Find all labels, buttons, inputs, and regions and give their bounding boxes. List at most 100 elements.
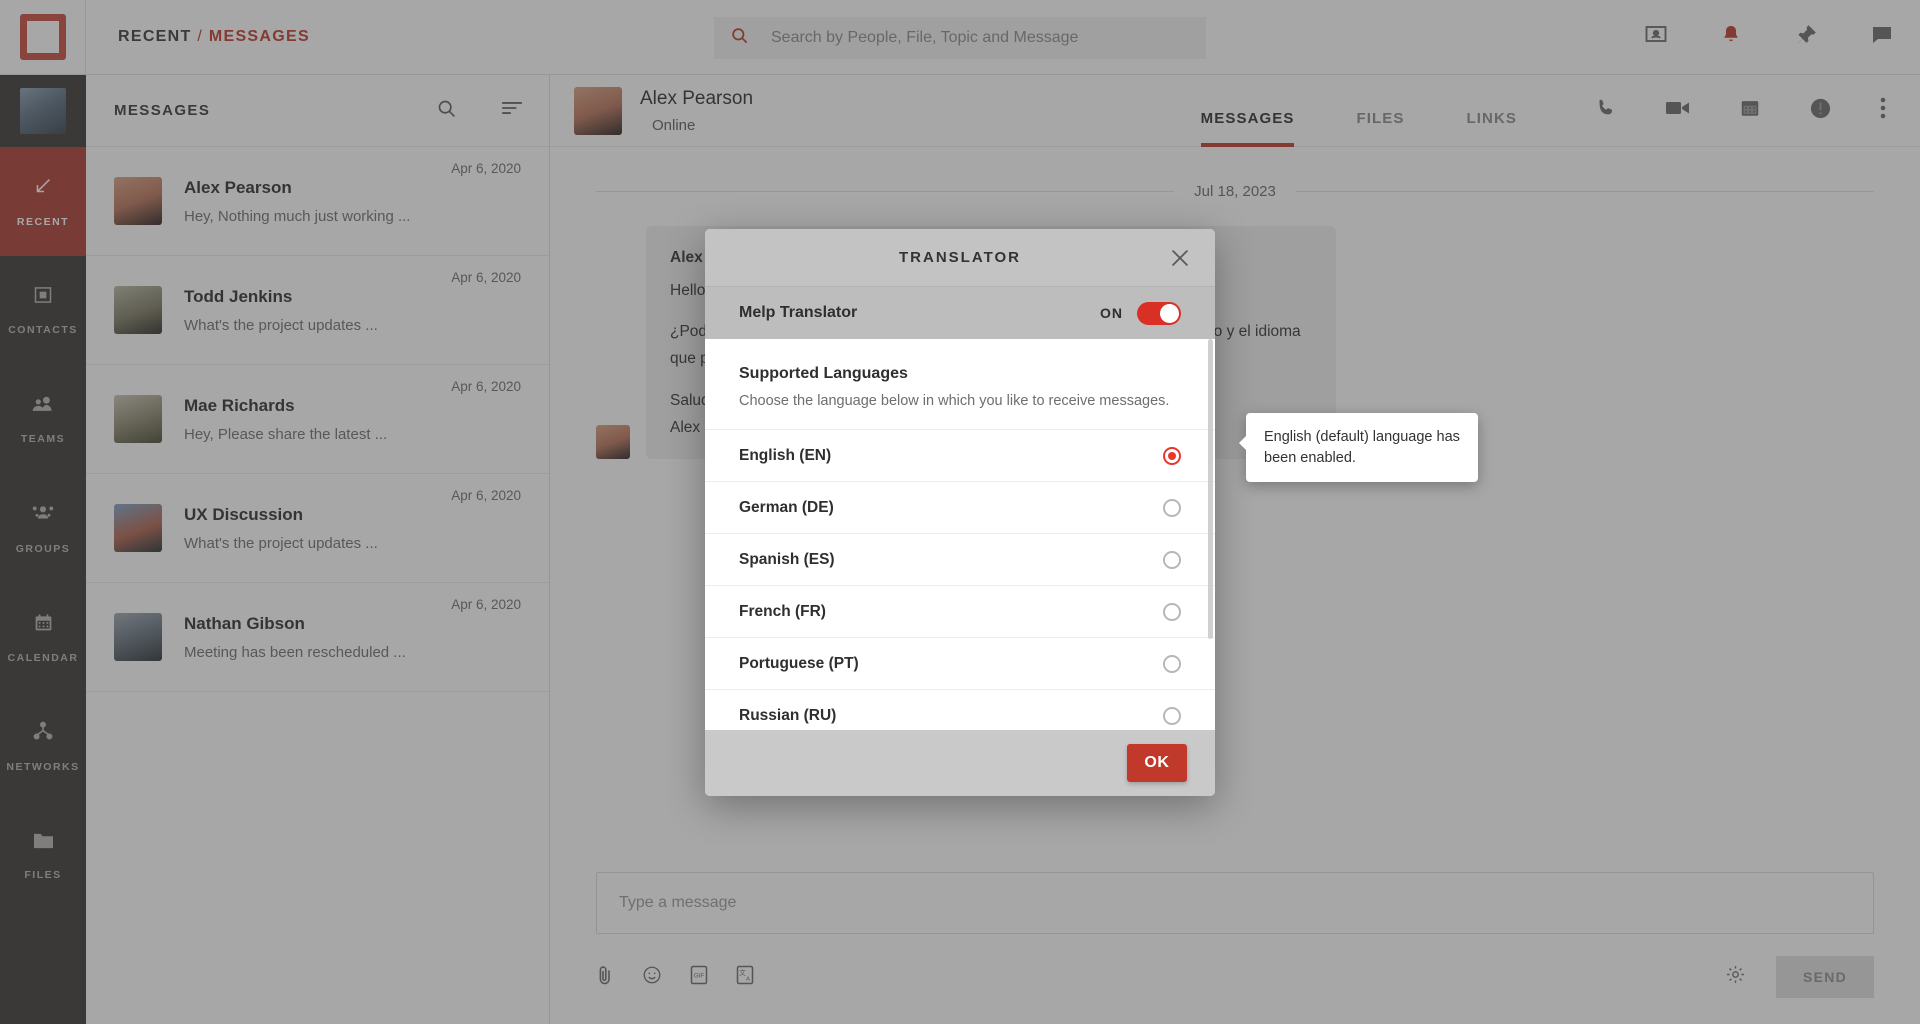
- list-item[interactable]: UX Discussion What's the project updates…: [86, 474, 549, 583]
- translator-modal: TRANSLATOR Melp Translator ON Supported …: [705, 229, 1215, 796]
- sidebar-item-label: CALENDAR: [7, 651, 79, 664]
- search-icon: [730, 26, 749, 50]
- language-option-french[interactable]: French (FR): [705, 585, 1215, 637]
- more-vertical-icon[interactable]: [1880, 97, 1886, 124]
- modal-scrollbar[interactable]: [1208, 339, 1213, 639]
- close-icon[interactable]: [1169, 247, 1191, 269]
- radio-button[interactable]: [1163, 654, 1181, 673]
- composer-toolbar: GIF 文 A SEND: [596, 956, 1874, 998]
- app-logo[interactable]: [0, 0, 86, 75]
- message-composer: GIF 文 A: [550, 872, 1920, 1024]
- translate-icon[interactable]: 文 A: [736, 965, 754, 990]
- avatar: [574, 86, 622, 135]
- top-bar-actions: [1644, 0, 1894, 75]
- list-item[interactable]: Alex Pearson Hey, Nothing much just work…: [86, 147, 549, 256]
- info-icon[interactable]: [1809, 97, 1832, 125]
- sidebar-item-teams[interactable]: TEAMS: [0, 365, 86, 474]
- chat-tabs: MESSAGES FILES LINKS: [1200, 75, 1518, 147]
- language-option-german[interactable]: German (DE): [705, 481, 1215, 533]
- svg-text:文: 文: [739, 968, 746, 977]
- conversation-date: Apr 6, 2020: [451, 161, 521, 176]
- bell-icon[interactable]: [1720, 23, 1742, 52]
- attachment-icon[interactable]: [596, 965, 614, 990]
- pin-icon[interactable]: [1794, 23, 1818, 52]
- list-item[interactable]: Nathan Gibson Meeting has been reschedul…: [86, 583, 549, 692]
- radio-button[interactable]: [1163, 550, 1181, 569]
- sidebar-item-groups[interactable]: GROUPS: [0, 474, 86, 583]
- ok-button[interactable]: OK: [1127, 744, 1187, 782]
- send-button[interactable]: SEND: [1776, 956, 1874, 998]
- sidebar-item-calendar[interactable]: CALENDAR: [0, 583, 86, 692]
- language-label: Portuguese (PT): [739, 654, 859, 672]
- avatar: [596, 424, 630, 459]
- chat-icon[interactable]: [1870, 23, 1894, 52]
- user-avatar[interactable]: [0, 75, 86, 147]
- tab-messages[interactable]: MESSAGES: [1200, 110, 1295, 147]
- search-icon[interactable]: [436, 98, 457, 124]
- list-item[interactable]: Todd Jenkins What's the project updates …: [86, 256, 549, 365]
- language-option-spanish[interactable]: Spanish (ES): [705, 533, 1215, 585]
- composer-input-box[interactable]: [596, 872, 1874, 934]
- emoji-icon[interactable]: [642, 965, 662, 990]
- sidebar-item-networks[interactable]: NETWORKS: [0, 692, 86, 801]
- sidebar-item-label: CONTACTS: [8, 324, 78, 336]
- radio-button[interactable]: [1163, 446, 1181, 465]
- tab-links[interactable]: LINKS: [1467, 110, 1518, 147]
- conversation-list-header: MESSAGES: [86, 75, 549, 147]
- video-icon[interactable]: [1665, 98, 1691, 123]
- svg-text:A: A: [746, 976, 750, 982]
- list-item[interactable]: Mae Richards Hey, Please share the lates…: [86, 365, 549, 474]
- sidebar-item-label: RECENT: [16, 216, 70, 228]
- breadcrumb-current: MESSAGES: [208, 28, 310, 45]
- gear-icon[interactable]: [1725, 964, 1746, 990]
- teams-icon: [31, 394, 55, 419]
- arrow-down-left-icon: [32, 175, 54, 202]
- conversation-preview: Meeting has been rescheduled ...: [184, 643, 406, 661]
- logo-square-icon: [19, 14, 66, 60]
- breadcrumb-root[interactable]: RECENT: [118, 28, 192, 45]
- contact-info: Alex Pearson Online: [640, 88, 753, 134]
- breadcrumb-separator: /: [197, 28, 204, 45]
- tab-files[interactable]: FILES: [1356, 110, 1404, 147]
- chat-header: Alex Pearson Online MESSAGES FILES LINKS: [550, 75, 1920, 147]
- conversation-preview: What's the project updates ...: [184, 534, 378, 552]
- conversation-date: Apr 6, 2020: [451, 597, 521, 612]
- chat-header-actions: [1595, 97, 1886, 125]
- sidebar-item-contacts[interactable]: CONTACTS: [0, 256, 86, 365]
- sidebar-item-label: NETWORKS: [6, 761, 80, 773]
- sidebar-item-files[interactable]: FILES: [0, 801, 86, 910]
- switch-knob: [1160, 303, 1179, 323]
- radio-button[interactable]: [1163, 706, 1181, 725]
- phone-icon[interactable]: [1595, 97, 1617, 124]
- sidebar-item-recent[interactable]: RECENT: [0, 147, 86, 256]
- conversation-date: Apr 6, 2020: [451, 270, 521, 285]
- radio-button[interactable]: [1163, 602, 1181, 621]
- gif-icon[interactable]: GIF: [690, 965, 708, 990]
- breadcrumb: RECENT / MESSAGES: [118, 28, 310, 46]
- radio-button[interactable]: [1163, 498, 1181, 517]
- language-option-russian[interactable]: Russian (RU): [705, 689, 1215, 730]
- conversation-name: UX Discussion: [184, 504, 304, 524]
- conversation-list-panel: MESSAGES Alex Pearson Hey, Nothing much …: [86, 75, 550, 1024]
- presentation-icon[interactable]: [1644, 23, 1668, 52]
- groups-icon: [31, 502, 55, 529]
- language-enabled-tooltip: English (default) language has been enab…: [1239, 413, 1478, 483]
- global-search[interactable]: [714, 17, 1206, 59]
- avatar-image: [20, 88, 66, 134]
- language-list-scroll[interactable]: Supported Languages Choose the language …: [705, 339, 1215, 730]
- search-input[interactable]: [771, 29, 1190, 47]
- svg-text:GIF: GIF: [694, 972, 705, 979]
- translator-toggle-switch[interactable]: [1137, 301, 1181, 325]
- app-root: RECENT / MESSAGES Search by People, File…: [0, 0, 1920, 1024]
- languages-subtext: Choose the language below in which you l…: [739, 393, 1170, 409]
- left-nav-rail: RECENT CONTACTS TEAMS GROUPS CALENDAR NE…: [0, 75, 86, 1024]
- language-option-portuguese[interactable]: Portuguese (PT): [705, 637, 1215, 689]
- tooltip-text: English (default) language has been enab…: [1264, 429, 1460, 466]
- sort-icon[interactable]: [501, 99, 523, 122]
- top-bar: RECENT / MESSAGES: [0, 0, 1920, 75]
- calendar-icon[interactable]: [1739, 97, 1761, 124]
- network-icon: [32, 720, 54, 747]
- language-option-english[interactable]: English (EN): [705, 429, 1215, 481]
- divider-line: [1295, 191, 1875, 192]
- message-input[interactable]: [619, 894, 1851, 912]
